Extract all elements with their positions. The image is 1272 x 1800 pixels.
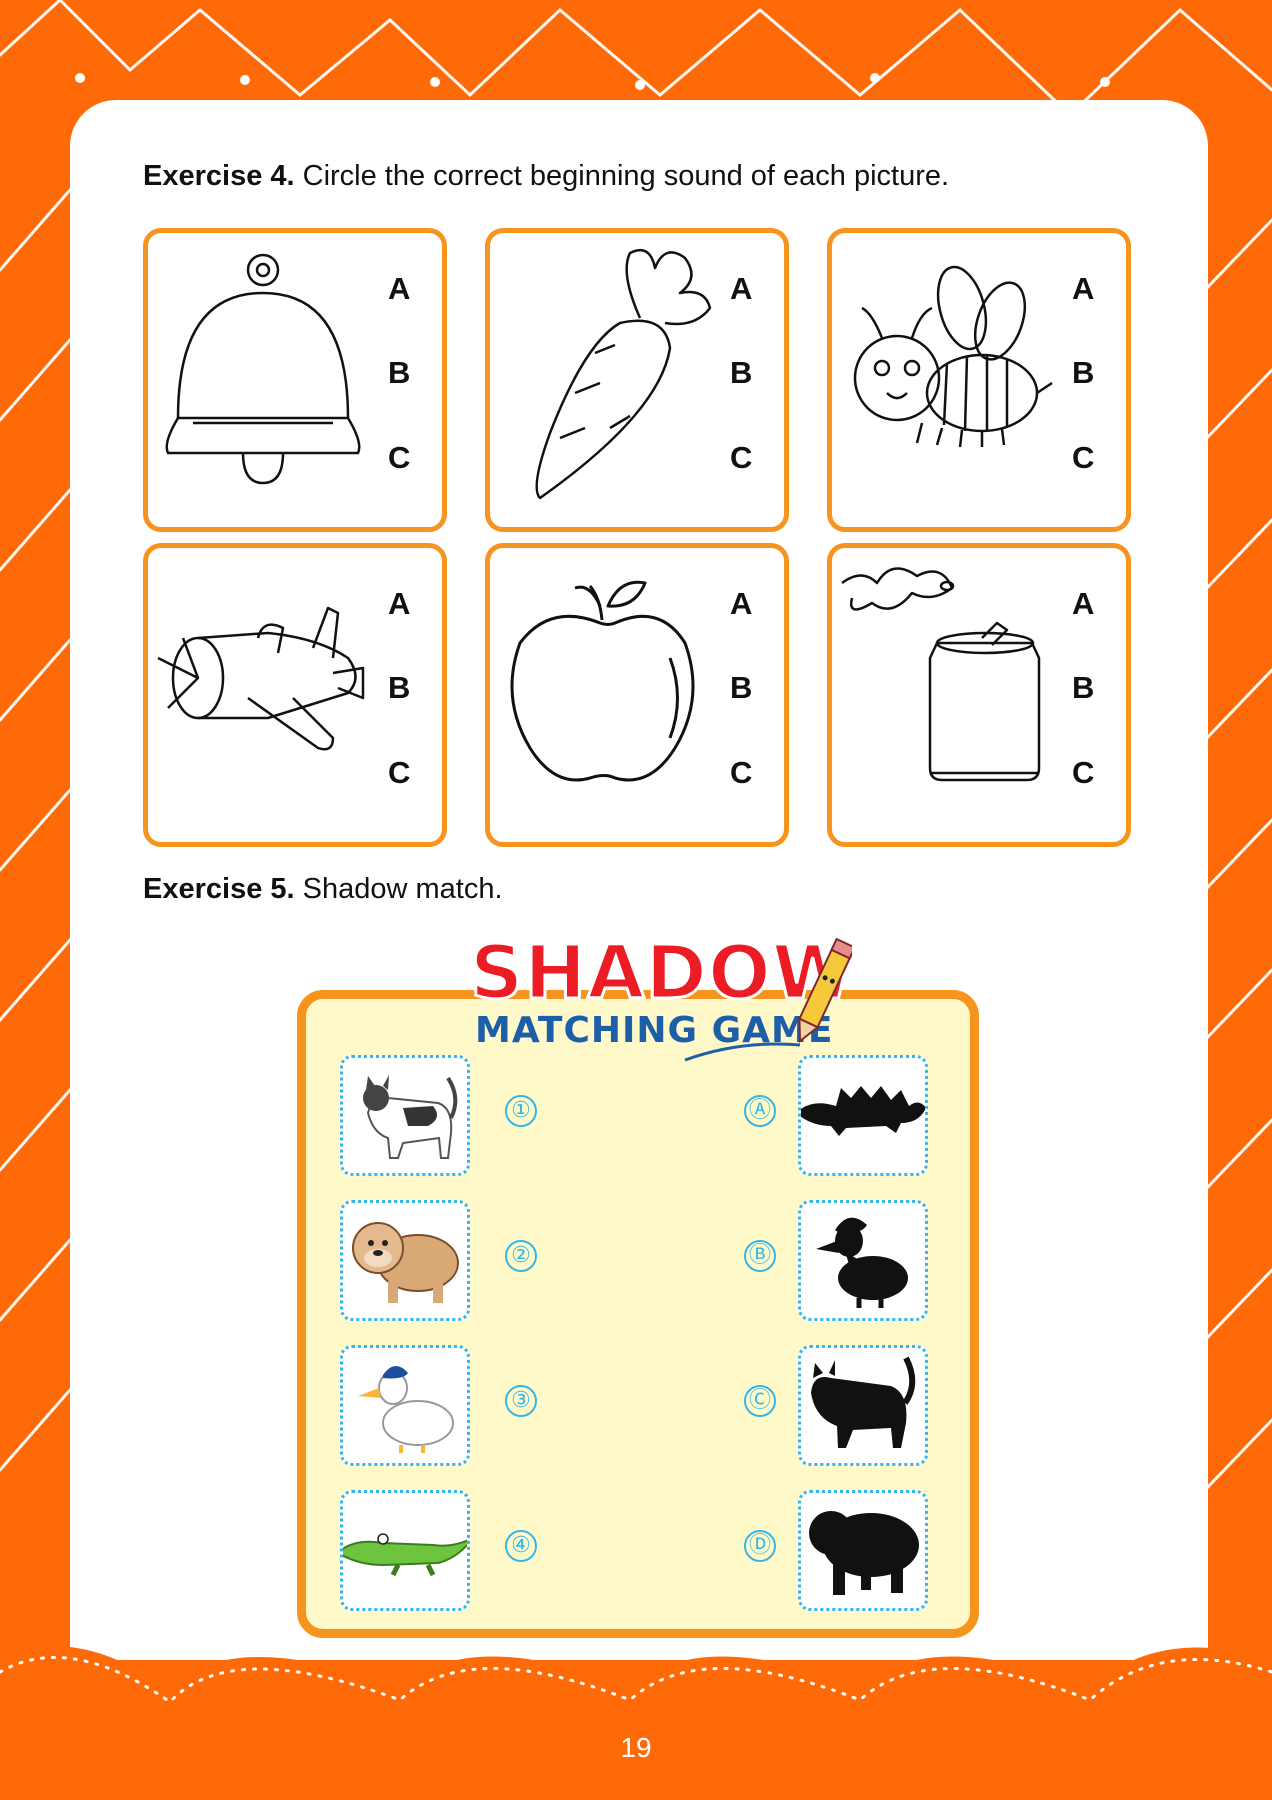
tile-crocodile-shadow[interactable] <box>798 1055 928 1176</box>
tile-cat[interactable] <box>340 1055 470 1176</box>
letter-badge-c: Ⓒ <box>744 1385 776 1417</box>
option-a[interactable]: A <box>730 271 752 307</box>
picture-card-apple: A B C <box>485 543 789 847</box>
option-b[interactable]: B <box>730 355 752 391</box>
duck-icon <box>358 1365 454 1453</box>
tile-bulldog-shadow[interactable] <box>798 1490 928 1611</box>
option-a[interactable]: A <box>1072 586 1094 622</box>
letter-badge-d: Ⓓ <box>744 1530 776 1562</box>
option-a[interactable]: A <box>388 586 410 622</box>
picture-card-airplane: A B C <box>143 543 447 847</box>
exercise-4-label: Exercise 4. <box>143 160 295 192</box>
shadow-matching-board: ① ② ③ ④ Ⓐ Ⓑ Ⓒ Ⓓ <box>297 990 979 1638</box>
crocodile-icon <box>343 1533 467 1577</box>
crocodile-shadow-icon <box>801 1086 925 1136</box>
cat-shadow-icon <box>811 1356 916 1448</box>
page-number: 19 <box>620 1732 652 1763</box>
exercise-4-instruction: Circle the correct beginning sound of ea… <box>302 160 950 192</box>
picture-card-bell: A B C <box>143 228 447 532</box>
option-c[interactable]: C <box>1072 440 1094 476</box>
option-c[interactable]: C <box>388 755 410 791</box>
option-c[interactable]: C <box>730 440 752 476</box>
tile-duck-shadow[interactable] <box>798 1200 928 1321</box>
tile-bulldog[interactable] <box>340 1200 470 1321</box>
bulldog-shadow-icon <box>809 1511 919 1595</box>
exercise-5-heading: Exercise 5. Shadow match. <box>143 873 503 906</box>
worksheet-page: Exercise 4. Circle the correct beginning… <box>0 0 1272 1800</box>
picture-card-bee: A B C <box>827 228 1131 532</box>
pencil-icon <box>798 938 852 1044</box>
option-b[interactable]: B <box>388 355 410 391</box>
option-b[interactable]: B <box>730 670 752 706</box>
tile-cat-shadow[interactable] <box>798 1345 928 1466</box>
number-badge-3: ③ <box>505 1385 537 1417</box>
number-badge-2: ② <box>505 1240 537 1272</box>
option-c[interactable]: C <box>1072 755 1094 791</box>
cat-icon <box>363 1075 458 1159</box>
tile-duck[interactable] <box>340 1345 470 1466</box>
letter-badge-b: Ⓑ <box>744 1240 776 1272</box>
option-a[interactable]: A <box>730 586 752 622</box>
bulldog-icon <box>352 1222 459 1303</box>
letter-badge-a: Ⓐ <box>744 1095 776 1127</box>
exercise-5-instruction: Shadow match. <box>302 873 503 905</box>
exercise-4-heading: Exercise 4. Circle the correct beginning… <box>143 160 949 193</box>
number-badge-1: ① <box>505 1095 537 1127</box>
exercise-5-label: Exercise 5. <box>143 873 295 905</box>
tile-crocodile[interactable] <box>340 1490 470 1611</box>
picture-card-soda-can: A B C <box>827 543 1131 847</box>
option-c[interactable]: C <box>388 440 410 476</box>
option-a[interactable]: A <box>1072 271 1094 307</box>
scalloped-border <box>0 1646 1272 1740</box>
number-badge-4: ④ <box>505 1530 537 1562</box>
option-a[interactable]: A <box>388 271 410 307</box>
picture-card-carrot: A B C <box>485 228 789 532</box>
option-b[interactable]: B <box>1072 355 1094 391</box>
option-b[interactable]: B <box>1072 670 1094 706</box>
option-c[interactable]: C <box>730 755 752 791</box>
option-b[interactable]: B <box>388 670 410 706</box>
duck-shadow-icon <box>816 1217 908 1308</box>
